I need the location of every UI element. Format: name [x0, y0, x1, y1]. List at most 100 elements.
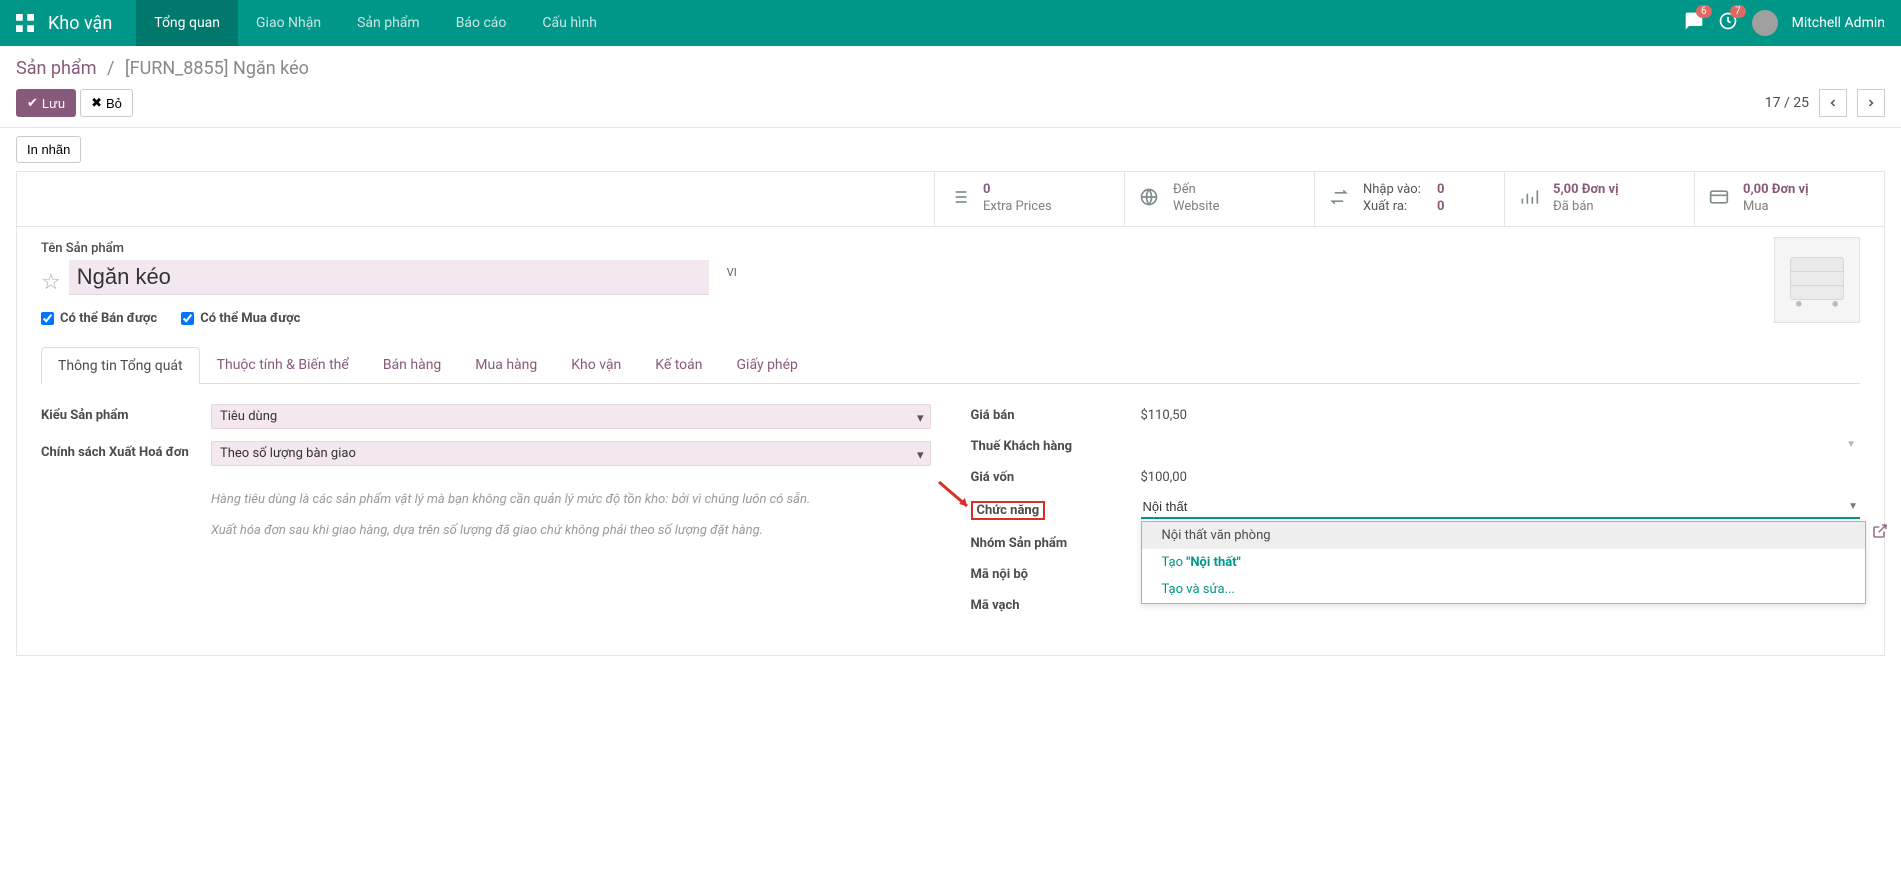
can-buy-checkbox[interactable] [181, 312, 194, 325]
can-sell-checkbox[interactable] [41, 312, 54, 325]
nav-products[interactable]: Sản phẩm [339, 0, 438, 46]
cost-label: Giá vốn [971, 466, 1141, 485]
print-label-button[interactable]: In nhãn [16, 136, 81, 163]
card-icon [1709, 187, 1729, 211]
dropdown-create[interactable]: Tạo "Nội thất" [1142, 549, 1866, 576]
invoice-policy-select[interactable]: Theo số lượng bàn giao ▾ [211, 441, 931, 466]
discard-button[interactable]: ✖ Bỏ [80, 89, 133, 117]
tab-license[interactable]: Giấy phép [720, 346, 815, 383]
nav-right: 6 7 Mitchell Admin [1684, 10, 1885, 36]
stat-sold-label: Đã bán [1553, 199, 1619, 216]
breadcrumb-bar: Sản phẩm / [FURN_8855] Ngăn kéo [0, 46, 1901, 83]
pager-prev[interactable] [1819, 89, 1847, 117]
barcode-label: Mã vạch [971, 594, 1141, 613]
type-label: Kiểu Sản phẩm [41, 404, 211, 429]
nav-overview[interactable]: Tổng quan [136, 0, 238, 46]
nav-reports[interactable]: Báo cáo [438, 0, 525, 46]
apps-icon[interactable] [16, 14, 34, 32]
save-label: Lưu [42, 96, 65, 111]
tab-purchase[interactable]: Mua hàng [458, 346, 554, 383]
dropdown-option-1[interactable]: Nội thất văn phòng [1142, 522, 1866, 549]
breadcrumb: Sản phẩm / [FURN_8855] Ngăn kéo [16, 58, 1885, 79]
dropdown-create-edit[interactable]: Tạo và sửa... [1142, 576, 1866, 603]
stat-website-1: Đến [1173, 182, 1220, 199]
tabs: Thông tin Tổng quát Thuộc tính & Biến th… [41, 346, 1860, 384]
stat-extra-label: Extra Prices [983, 199, 1052, 216]
form-columns: Kiểu Sản phẩm Tiêu dùng ▾ Chính sách Xuấ… [41, 404, 1860, 625]
tab-variants[interactable]: Thuộc tính & Biến thể [200, 346, 366, 383]
pager-count[interactable]: 17 / 25 [1765, 95, 1809, 111]
function-input[interactable] [1141, 497, 1861, 519]
pager-next[interactable] [1857, 89, 1885, 117]
can-sell-check[interactable]: Có thể Bán được [41, 311, 157, 326]
sale-price-label: Giá bán [971, 404, 1141, 423]
nav-transfers[interactable]: Giao Nhận [238, 0, 339, 46]
function-autocomplete: ▼ Nội thất văn phòng Tạo "Nội thất" Tạo … [1141, 497, 1861, 520]
type-select[interactable]: Tiêu dùng ▾ [211, 404, 931, 429]
activities-badge: 7 [1730, 5, 1746, 18]
customer-tax-label: Thuế Khách hàng [971, 435, 1141, 454]
lang-badge[interactable]: VI [727, 266, 737, 279]
create-prefix: Tạo [1162, 555, 1187, 570]
stat-out-label: Xuất ra: [1363, 199, 1431, 216]
chevron-down-icon[interactable]: ▼ [1846, 439, 1856, 450]
autocomplete-dropdown: Nội thất văn phòng Tạo "Nội thất" Tạo và… [1141, 521, 1867, 604]
function-label: Chức năng [971, 501, 1046, 520]
check-icon: ✔ [27, 95, 38, 111]
chart-icon [1519, 187, 1539, 211]
cost-value[interactable]: $100,00 [1141, 466, 1861, 485]
pager: 17 / 25 [1765, 89, 1885, 117]
top-nav: Kho vận Tổng quan Giao Nhận Sản phẩm Báo… [0, 0, 1901, 46]
user-avatar[interactable] [1752, 10, 1778, 36]
breadcrumb-sep: / [107, 58, 114, 79]
stat-website[interactable]: Đến Website [1124, 172, 1314, 226]
save-button[interactable]: ✔ Lưu [16, 89, 76, 117]
external-link-icon[interactable] [1872, 523, 1888, 543]
internal-code-label: Mã nội bộ [971, 563, 1141, 582]
tab-accounting[interactable]: Kế toán [638, 346, 719, 383]
stat-extra-prices[interactable]: 0 Extra Prices [934, 172, 1124, 226]
stat-extra-count: 0 [983, 182, 1052, 199]
tab-sales[interactable]: Bán hàng [366, 346, 458, 383]
breadcrumb-root[interactable]: Sản phẩm [16, 58, 96, 79]
stat-moves[interactable]: Nhập vào:0 Xuất ra:0 [1314, 172, 1504, 226]
discard-label: Bỏ [106, 96, 122, 111]
sale-price-value[interactable]: $110,50 [1141, 404, 1861, 423]
favorite-star-icon[interactable]: ☆ [41, 270, 61, 295]
type-value: Tiêu dùng [220, 409, 277, 424]
sell-buy-checks: Có thể Bán được Có thể Mua được [41, 311, 1860, 326]
col-right: Giá bán $110,50 Thuế Khách hàng ▼ Giá vố… [971, 404, 1861, 625]
stat-buy-qty: 0,00 Đơn vị [1743, 182, 1809, 199]
name-label: Tên Sản phẩm [41, 241, 1860, 256]
stat-sold[interactable]: 5,00 Đơn vị Đã bán [1504, 172, 1694, 226]
product-name-input[interactable] [69, 260, 709, 295]
messages-icon[interactable]: 6 [1684, 11, 1704, 35]
product-image[interactable] [1774, 237, 1860, 323]
help-text-2: Xuất hóa đơn sau khi giao hàng, dựa trên… [211, 521, 931, 541]
stat-out-val: 0 [1437, 199, 1444, 216]
group-label: Nhóm Sản phẩm [971, 532, 1141, 551]
tab-inventory[interactable]: Kho vận [554, 346, 638, 383]
user-name[interactable]: Mitchell Admin [1792, 15, 1885, 31]
can-sell-label: Có thể Bán được [60, 311, 157, 326]
stat-website-2: Website [1173, 199, 1220, 216]
toolbar-secondary: In nhãn [0, 128, 1901, 171]
brand[interactable]: Kho vận [48, 13, 112, 34]
breadcrumb-current: [FURN_8855] Ngăn kéo [125, 58, 309, 79]
title-row: ☆ VI [41, 260, 1860, 295]
create-quoted: "Nội thất" [1186, 555, 1241, 570]
chevron-down-icon[interactable]: ▼ [1848, 501, 1858, 512]
tab-general[interactable]: Thông tin Tổng quát [41, 347, 200, 384]
activities-icon[interactable]: 7 [1718, 11, 1738, 35]
nav-config[interactable]: Cấu hình [524, 0, 615, 46]
sheet-wrap: 0 Extra Prices Đến Website Nhập vào:0 [0, 171, 1901, 696]
form-sheet: 0 Extra Prices Đến Website Nhập vào:0 [16, 171, 1885, 656]
nav-menu: Tổng quan Giao Nhận Sản phẩm Báo cáo Cấu… [136, 0, 615, 46]
can-buy-check[interactable]: Có thể Mua được [181, 311, 300, 326]
help-text-1: Hàng tiêu dùng là các sản phẩm vật lý mà… [211, 490, 931, 510]
stat-buy-label: Mua [1743, 199, 1809, 216]
stat-buy[interactable]: 0,00 Đơn vị Mua [1694, 172, 1884, 226]
function-label-wrap: Chức năng [971, 497, 1141, 520]
chevron-down-icon: ▾ [917, 448, 924, 463]
arrow-annotation [937, 480, 973, 516]
